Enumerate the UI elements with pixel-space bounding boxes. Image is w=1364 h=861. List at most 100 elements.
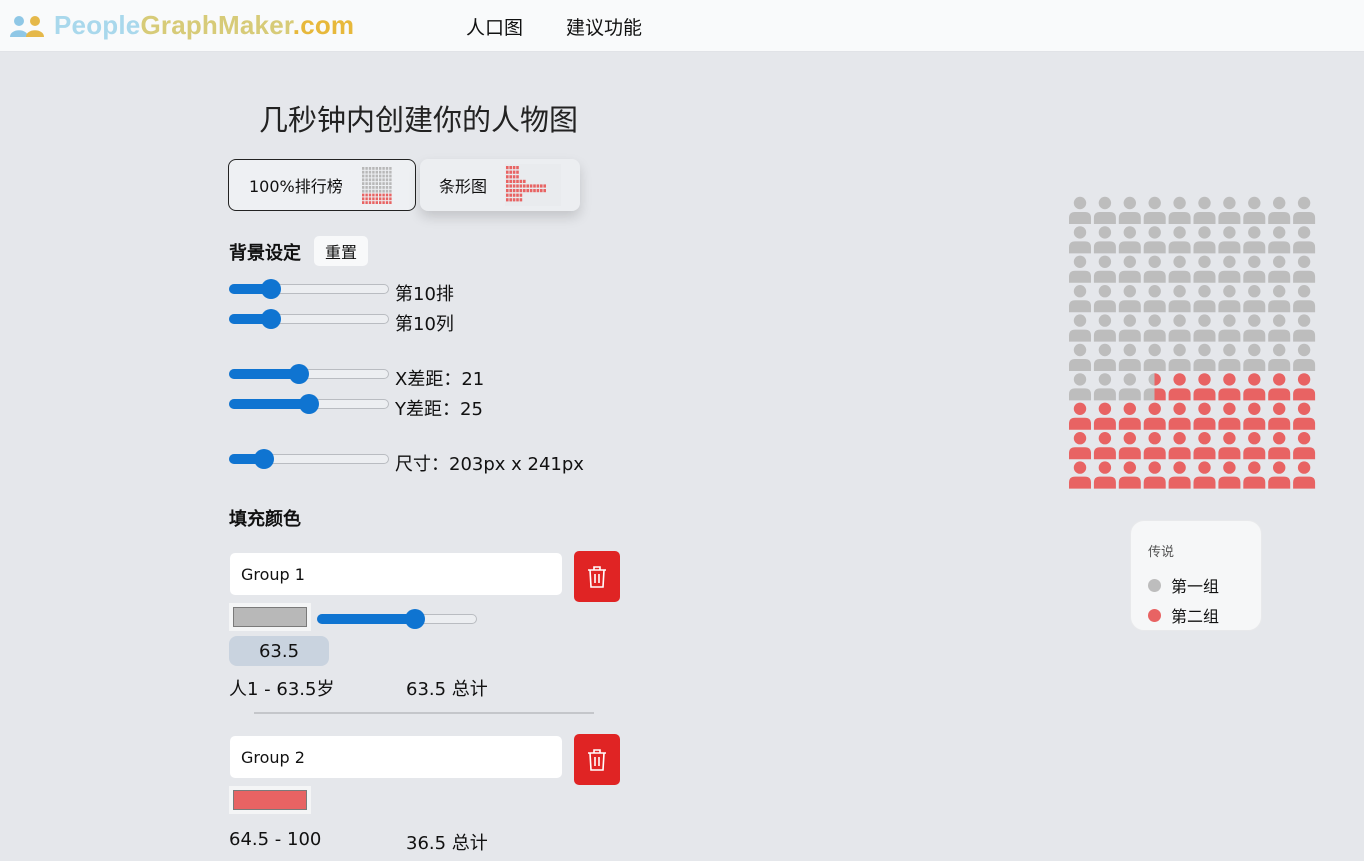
person-icon [1143, 373, 1166, 401]
y-gap-slider[interactable] [229, 394, 389, 414]
top-bar: PeopleGraphMaker.com 人口图 建议功能 [0, 0, 1364, 52]
legend-item-group1: 第一组 [1148, 573, 1219, 597]
person-icon [1118, 226, 1141, 254]
nav-population-graph[interactable]: 人口图 [466, 13, 523, 40]
person-icon [1293, 343, 1316, 371]
person-icon [1069, 255, 1091, 283]
person-icon [1268, 226, 1291, 254]
person-icon [1069, 226, 1091, 254]
group2-range-text: 64.5 - 100 [229, 829, 322, 850]
person-icon [1118, 196, 1141, 224]
person-icon [1143, 285, 1166, 313]
person-icon [1193, 461, 1216, 489]
person-icon [1168, 196, 1191, 224]
group1-name-input[interactable]: Group 1 [229, 552, 563, 596]
person-icon [1243, 432, 1266, 460]
person-icon [1218, 373, 1241, 401]
ranking-thumbnail-icon [362, 167, 392, 204]
person-icon [1143, 343, 1166, 371]
person-icon [1293, 461, 1316, 489]
person-icon [1118, 432, 1141, 460]
legend-title: 传说 [1148, 545, 1175, 560]
person-icon [1243, 373, 1266, 401]
tab-ranking-label: 100%排行榜 [249, 177, 343, 196]
person-icon [1193, 255, 1216, 283]
person-icon [1243, 285, 1266, 313]
tab-bar-chart[interactable]: 条形图 [420, 159, 580, 211]
people-logo-icon [10, 15, 44, 37]
tab-ranking-chart[interactable]: 100%排行榜 [228, 159, 416, 211]
group2-delete-button[interactable] [574, 734, 620, 785]
nav-suggest-feature[interactable]: 建议功能 [566, 13, 642, 40]
person-icon [1293, 373, 1316, 401]
person-icon [1069, 285, 1091, 313]
y-gap-label: Y差距：25 [395, 399, 483, 420]
rows-slider[interactable] [229, 279, 389, 299]
cols-label: 第10列 [395, 314, 454, 335]
person-icon [1143, 402, 1166, 430]
person-icon [1243, 402, 1266, 430]
group1-amount-slider[interactable] [317, 609, 477, 629]
person-icon [1268, 285, 1291, 313]
person-icon [1168, 285, 1191, 313]
person-icon [1168, 255, 1191, 283]
person-icon [1093, 314, 1116, 342]
group-divider [254, 712, 594, 714]
logo[interactable]: PeopleGraphMaker.com [10, 10, 354, 41]
reset-button[interactable]: 重置 [314, 236, 368, 266]
person-icon [1293, 226, 1316, 254]
person-icon [1193, 314, 1216, 342]
rows-label: 第10排 [395, 284, 454, 305]
person-icon [1293, 314, 1316, 342]
person-icon [1268, 432, 1291, 460]
size-slider[interactable] [229, 449, 389, 469]
person-icon [1293, 402, 1316, 430]
person-icon [1168, 432, 1191, 460]
group2-total-text: 36.5 总计 [406, 833, 488, 854]
person-icon [1093, 402, 1116, 430]
person-icon [1268, 314, 1291, 342]
person-icon [1143, 255, 1166, 283]
legend-dot [1148, 578, 1161, 592]
person-icon [1243, 461, 1266, 489]
person-icon [1243, 196, 1266, 224]
person-icon [1069, 314, 1091, 342]
person-icon [1293, 432, 1316, 460]
person-icon [1193, 226, 1216, 254]
group1-delete-button[interactable] [574, 551, 620, 602]
person-icon [1118, 402, 1141, 430]
person-icon [1093, 373, 1116, 401]
person-icon [1069, 373, 1091, 401]
person-icon [1168, 402, 1191, 430]
person-icon [1143, 314, 1166, 342]
person-icon [1268, 402, 1291, 430]
fill-color-title: 填充颜色 [229, 509, 301, 530]
person-icon [1069, 461, 1091, 489]
size-label: 尺寸：203px x 241px [395, 454, 584, 475]
person-icon [1093, 196, 1116, 224]
legend: 传说 第一组 第二组 [1130, 520, 1262, 631]
x-gap-slider[interactable] [229, 364, 389, 384]
person-icon [1218, 402, 1241, 430]
person-icon [1218, 255, 1241, 283]
legend-item-group2: 第二组 [1148, 603, 1219, 627]
person-icon [1168, 343, 1191, 371]
group2-color-swatch[interactable] [229, 786, 311, 814]
person-icon [1218, 226, 1241, 254]
person-icon [1093, 343, 1116, 371]
trash-icon [588, 565, 606, 588]
person-icon [1168, 314, 1191, 342]
group1-value-input[interactable]: 63.5 [229, 636, 329, 666]
legend-dot [1148, 608, 1161, 622]
person-icon [1143, 461, 1166, 489]
group1-color-swatch[interactable] [229, 603, 311, 631]
cols-slider[interactable] [229, 309, 389, 329]
person-icon [1193, 432, 1216, 460]
person-icon [1118, 285, 1141, 313]
person-icon [1268, 255, 1291, 283]
person-icon [1218, 343, 1241, 371]
person-icon [1218, 196, 1241, 224]
tab-bar-label: 条形图 [439, 177, 488, 196]
group1-color-fill [233, 607, 307, 627]
group2-name-input[interactable]: Group 2 [229, 735, 563, 779]
